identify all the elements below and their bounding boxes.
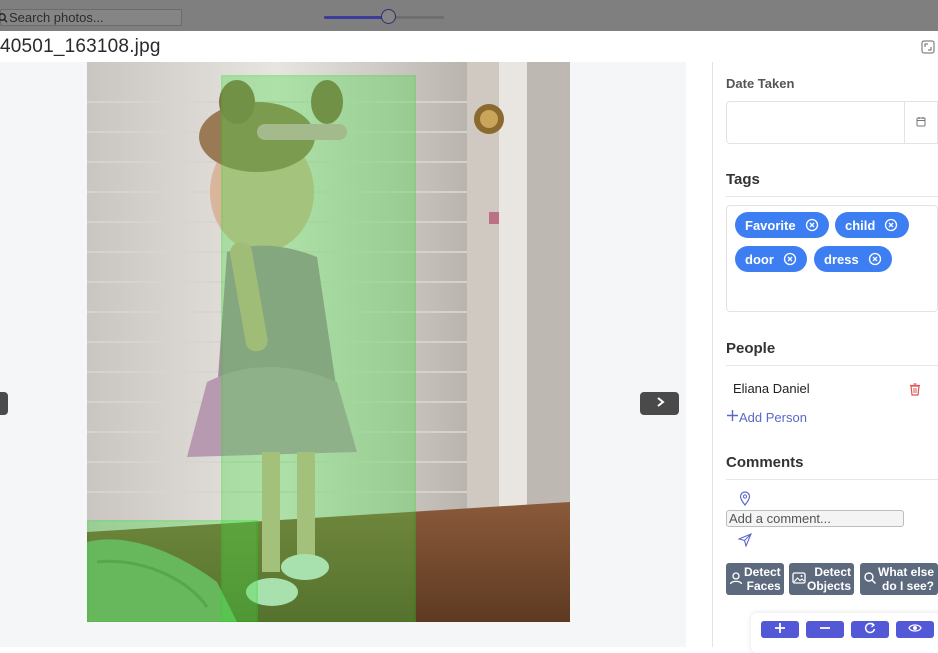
top-bar [0, 0, 938, 31]
zoom-slider-thumb[interactable] [380, 9, 396, 24]
comments-divider [726, 479, 938, 480]
date-picker-button[interactable] [905, 101, 938, 144]
search-box[interactable] [0, 9, 182, 26]
eye-icon [908, 621, 922, 639]
comment-input[interactable] [726, 510, 904, 527]
zoom-slider[interactable] [324, 9, 444, 24]
comments-title: Comments [726, 454, 804, 471]
location-pin-icon[interactable] [738, 491, 752, 506]
remove-tag-icon[interactable] [805, 218, 819, 232]
tag-label: Favorite [745, 217, 796, 233]
what-else-line1: What else [878, 565, 935, 579]
fullscreen-icon[interactable] [921, 40, 935, 54]
rotate-button[interactable] [851, 621, 889, 638]
tag-chip[interactable]: dress [814, 246, 892, 272]
chevron-right-icon [654, 395, 666, 413]
photo[interactable] [87, 62, 570, 622]
previous-photo-button[interactable] [0, 392, 8, 415]
what-else-button[interactable]: What else do I see? [860, 563, 938, 595]
zoom-in-icon [774, 621, 786, 639]
remove-tag-icon[interactable] [868, 252, 882, 266]
person-name[interactable]: Eliana Daniel [733, 381, 810, 396]
file-title: 40501_163108.jpg [0, 36, 161, 57]
title-row: 40501_163108.jpg [0, 31, 938, 62]
search-icon [0, 11, 8, 25]
detect-objects-button[interactable]: Detect Objects [789, 563, 854, 595]
detect-faces-line1: Detect [744, 565, 781, 579]
tag-label: child [845, 217, 876, 233]
tag-chip[interactable]: child [835, 212, 909, 238]
add-person-link[interactable]: Add Person [726, 409, 807, 425]
remove-tag-icon[interactable] [783, 252, 797, 266]
toggle-view-button[interactable] [896, 621, 934, 638]
tags-title: Tags [726, 171, 760, 188]
remove-tag-icon[interactable] [884, 218, 898, 232]
what-else-line2: do I see? [882, 579, 935, 593]
next-photo-button[interactable] [640, 392, 679, 415]
tags-box[interactable]: Favorite child door dress [726, 205, 938, 312]
rotate-icon [864, 621, 876, 639]
people-title: People [726, 340, 776, 357]
detect-objects-line2: Objects [807, 579, 852, 593]
zoom-out-button[interactable] [806, 621, 844, 638]
date-taken-input[interactable] [726, 101, 905, 144]
search-input[interactable] [8, 10, 178, 25]
delete-person-icon[interactable] [908, 382, 922, 397]
details-panel: Date Taken Tags Favorite child door dres… [713, 62, 938, 653]
zoom-slider-fill [324, 16, 388, 19]
image-toolbar [751, 613, 938, 653]
people-divider [726, 365, 938, 366]
tags-divider [726, 196, 938, 197]
plus-icon [726, 409, 739, 425]
image-icon [792, 571, 807, 588]
detect-objects-line1: Detect [814, 565, 852, 579]
face-icon [729, 571, 744, 588]
add-person-label: Add Person [739, 409, 807, 425]
tag-chip[interactable]: Favorite [735, 212, 829, 238]
zoom-in-button[interactable] [761, 621, 799, 638]
tag-label: door [745, 251, 774, 267]
photo-viewer [0, 62, 686, 647]
zoom-out-icon [819, 621, 831, 639]
detect-faces-button[interactable]: Detect Faces [726, 563, 784, 595]
calendar-icon [916, 114, 926, 132]
tag-chip[interactable]: door [735, 246, 807, 272]
detect-faces-line2: Faces [746, 579, 781, 593]
date-taken-label: Date Taken [726, 76, 795, 91]
tag-label: dress [824, 251, 859, 267]
detection-box-object [87, 520, 258, 622]
search-icon [863, 571, 878, 588]
send-icon[interactable] [737, 532, 753, 548]
